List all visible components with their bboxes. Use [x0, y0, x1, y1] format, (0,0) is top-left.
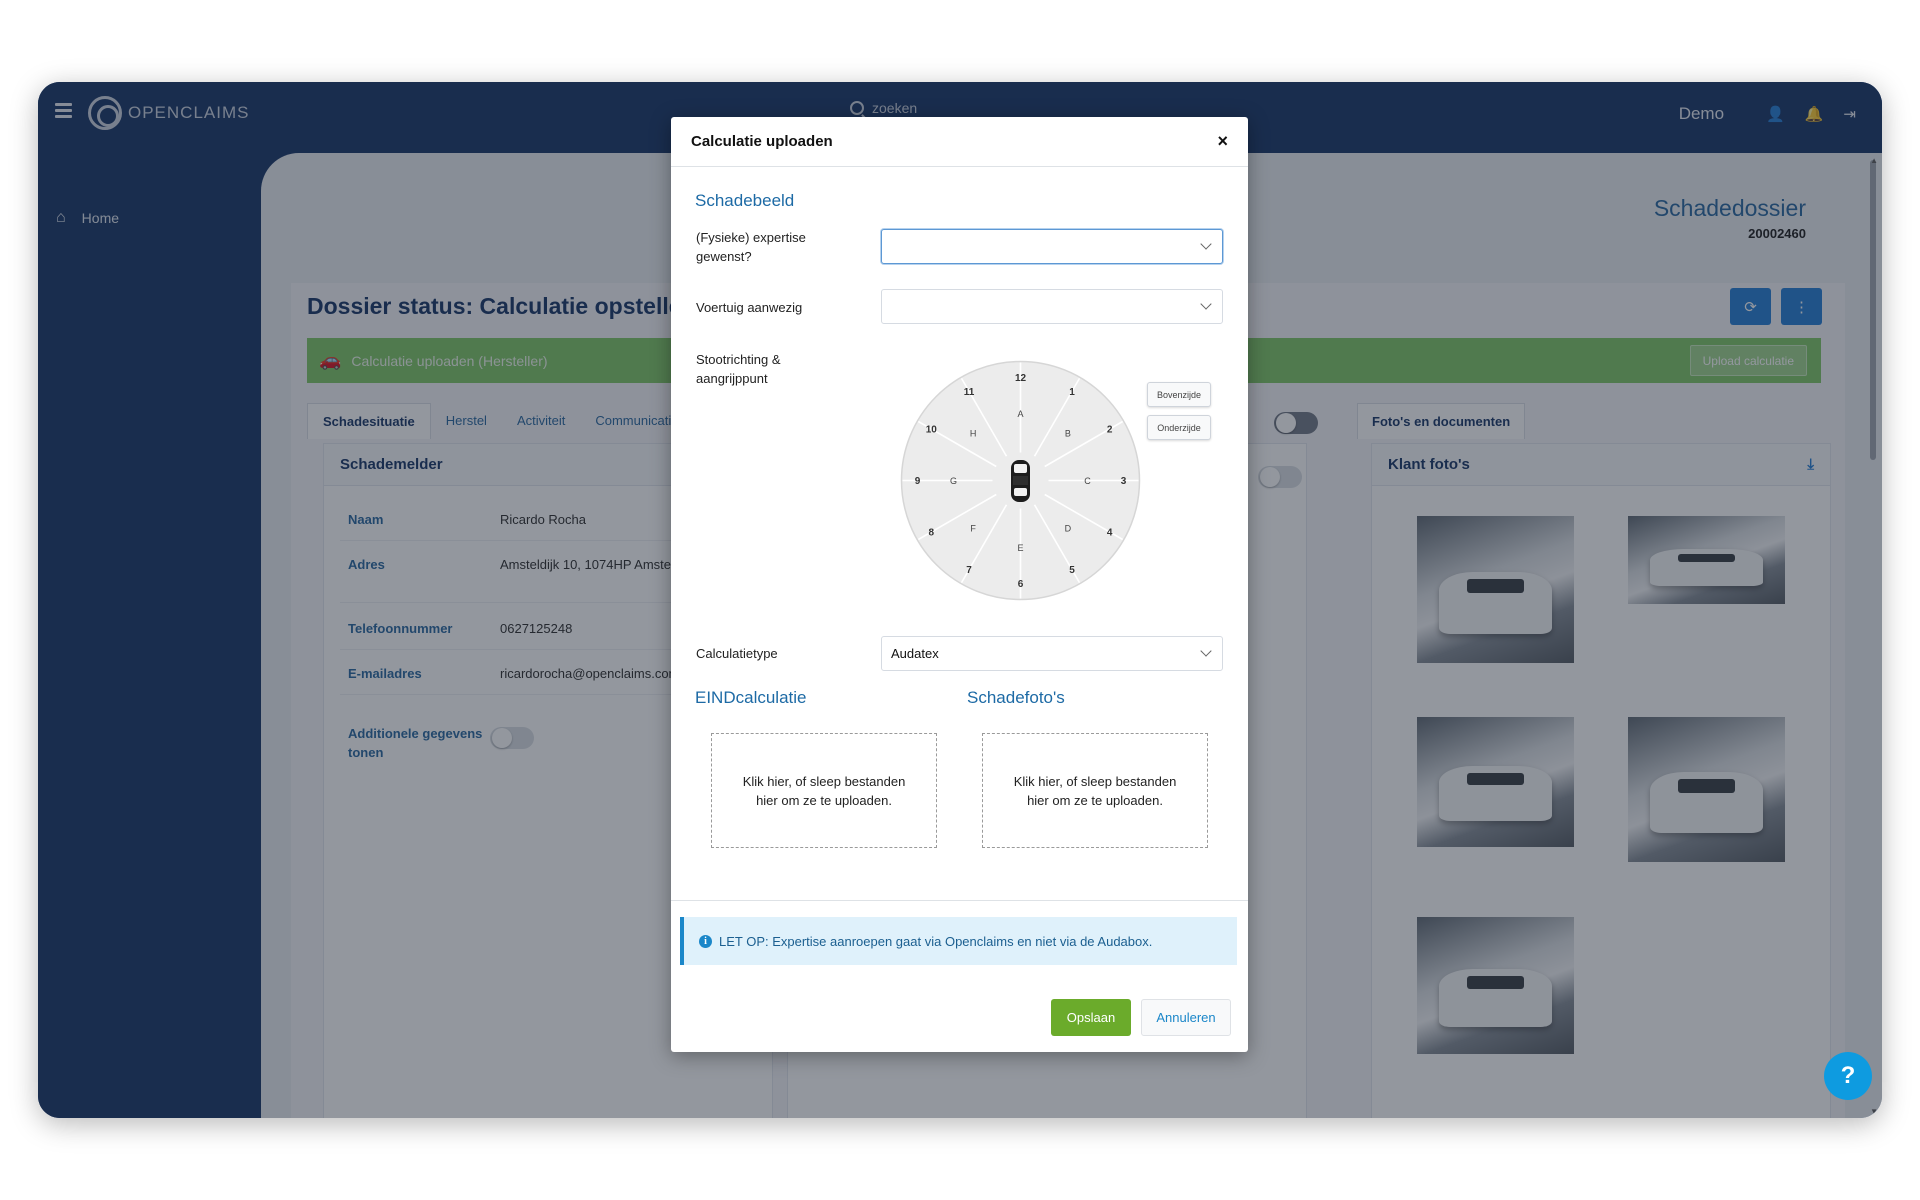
dial-number-label: 3: [1121, 476, 1127, 487]
dial-number-label: 5: [1069, 565, 1075, 576]
dial-letter-label: H: [970, 429, 977, 439]
modal-title: Calculatie uploaden: [691, 133, 833, 150]
dial-letter-label: A: [1017, 409, 1023, 419]
bottom-side-button[interactable]: Onderzijde: [1147, 415, 1211, 440]
help-button[interactable]: ?: [1824, 1052, 1872, 1100]
section-damage-photos-title: Schadefoto's: [967, 688, 1065, 707]
dial-letter-label: E: [1017, 543, 1023, 553]
impact-dial-svg[interactable]: 121234567891011 ABCDEFGH: [900, 360, 1141, 601]
info-text: LET OP: Expertise aanroepen gaat via Ope…: [719, 933, 1153, 949]
modal-footer-divider: [671, 900, 1248, 901]
dial-number-label: 2: [1107, 425, 1113, 436]
dial-letter-label: C: [1084, 476, 1091, 486]
expertise-label: (Fysieke) expertise gewenst?: [696, 230, 806, 264]
dial-letter-label: D: [1065, 523, 1072, 533]
final-calc-dropzone[interactable]: Klik hier, of sleep bestanden hier om ze…: [711, 733, 937, 848]
info-alert: i LET OP: Expertise aanroepen gaat via O…: [680, 917, 1237, 965]
damage-photos-dropzone[interactable]: Klik hier, of sleep bestanden hier om ze…: [982, 733, 1208, 848]
chevron-down-icon: [1200, 645, 1212, 657]
dial-letter-label: F: [970, 523, 976, 533]
modal-header: Calculatie uploaden ×: [671, 117, 1248, 167]
info-icon: i: [699, 934, 712, 948]
dial-letter-label: B: [1065, 429, 1071, 439]
dial-number-label: 9: [915, 476, 921, 487]
section-final-calc-title: EINDcalculatie: [695, 688, 807, 707]
calc-type-select[interactable]: Audatex: [881, 636, 1223, 671]
dial-number-label: 1: [1069, 387, 1075, 398]
cancel-button[interactable]: Annuleren: [1141, 999, 1231, 1036]
section-damage-title: Schadebeeld: [695, 191, 795, 210]
dial-number-label: 4: [1107, 528, 1113, 539]
close-icon[interactable]: ×: [1217, 131, 1228, 152]
vehicle-present-label: Voertuig aanwezig: [696, 300, 803, 315]
chevron-down-icon: [1200, 238, 1212, 250]
dial-number-label: 11: [964, 387, 975, 398]
calc-type-label: Calculatietype: [696, 646, 778, 661]
save-button[interactable]: Opslaan: [1051, 999, 1131, 1036]
dial-number-label: 12: [1015, 373, 1027, 384]
impact-direction-label: Stootrichting & aangrijppunt: [696, 352, 781, 386]
dial-number-label: 6: [1018, 579, 1024, 590]
dial-letter-label: G: [950, 476, 957, 486]
dial-number-label: 10: [926, 425, 938, 436]
upload-calculation-modal: Calculatie uploaden × Schadebeeld (Fysie…: [671, 117, 1248, 1052]
car-top-icon: [1011, 460, 1030, 502]
dial-number-label: 7: [966, 565, 972, 576]
expertise-select[interactable]: [881, 229, 1223, 264]
chevron-down-icon: [1200, 298, 1212, 310]
dial-number-label: 8: [929, 528, 935, 539]
calc-type-value: Audatex: [891, 646, 939, 661]
impact-dial[interactable]: 12 1 2 3 4 5 6 7 8 9 10 11 ABCDEFGH: [900, 360, 1141, 601]
top-side-button[interactable]: Bovenzijde: [1147, 382, 1211, 407]
vehicle-present-select[interactable]: [881, 289, 1223, 324]
